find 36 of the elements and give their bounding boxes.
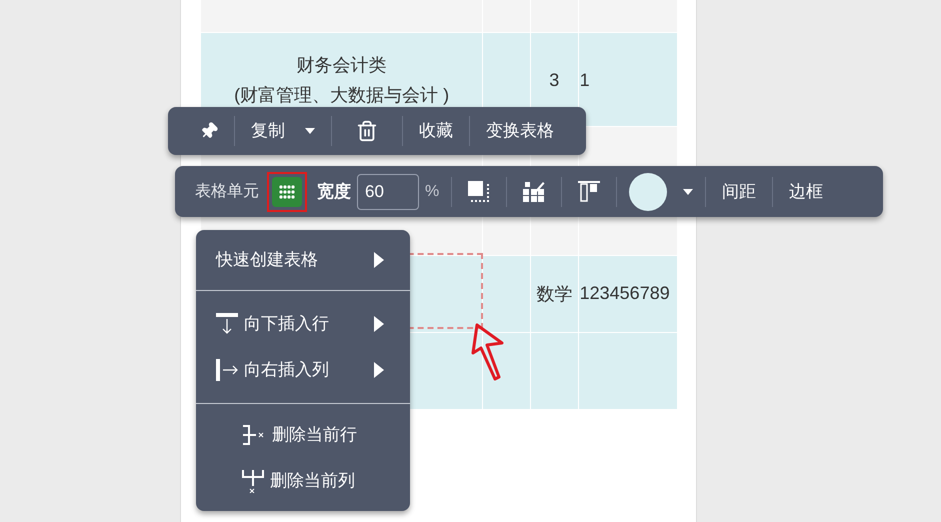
caret-icon: [305, 128, 315, 134]
cursor-arrow-icon: [471, 323, 505, 381]
menu-item[interactable]: 快速创建表格: [196, 244, 410, 276]
toolbar-button[interactable]: 间距: [706, 178, 772, 204]
align-top-icon: [578, 180, 600, 202]
width-label: 宽度: [317, 180, 351, 203]
menu-item[interactable]: 向下插入行: [196, 308, 410, 340]
toolbar-button[interactable]: 变换表格: [470, 107, 570, 155]
caret-icon: [683, 188, 694, 194]
unit-label: %: [425, 182, 440, 202]
submenu-arrow-icon: [374, 316, 384, 332]
cell-grid-button[interactable]: [267, 172, 307, 212]
width-input[interactable]: 60: [357, 174, 419, 210]
merge-cells-icon: [468, 180, 490, 202]
brush-grid-icon: [523, 180, 546, 202]
trash-icon: [356, 120, 378, 142]
delete-column-icon: [242, 468, 264, 492]
menu-item[interactable]: 删除当前列: [242, 464, 410, 496]
copy-dropdown[interactable]: 复制: [235, 107, 331, 155]
menu-item[interactable]: 删除当前行: [242, 418, 410, 450]
submenu-arrow-icon: [374, 362, 384, 378]
toolbar-button[interactable]: 收藏: [403, 107, 469, 155]
cell-text: 1: [580, 68, 590, 92]
cell-text: 财务会计类: [296, 54, 387, 76]
insert-row-below-icon: [216, 313, 238, 335]
toolbar-label: 表格单元: [195, 182, 259, 202]
insert-column-right-icon: [216, 359, 238, 381]
submenu-arrow-icon: [374, 252, 384, 268]
grid-dots-icon: [279, 184, 295, 198]
toolbar-button[interactable]: 边框: [773, 178, 840, 204]
cell-text: 3: [549, 68, 560, 92]
delete-row-icon: [242, 424, 266, 444]
cell-text: (财富管理、大数据与会计 ): [234, 84, 450, 107]
cell-text: 123456789: [580, 282, 670, 305]
cell-text: 数学: [536, 283, 572, 306]
menu-item[interactable]: 向右插入列: [196, 354, 410, 386]
